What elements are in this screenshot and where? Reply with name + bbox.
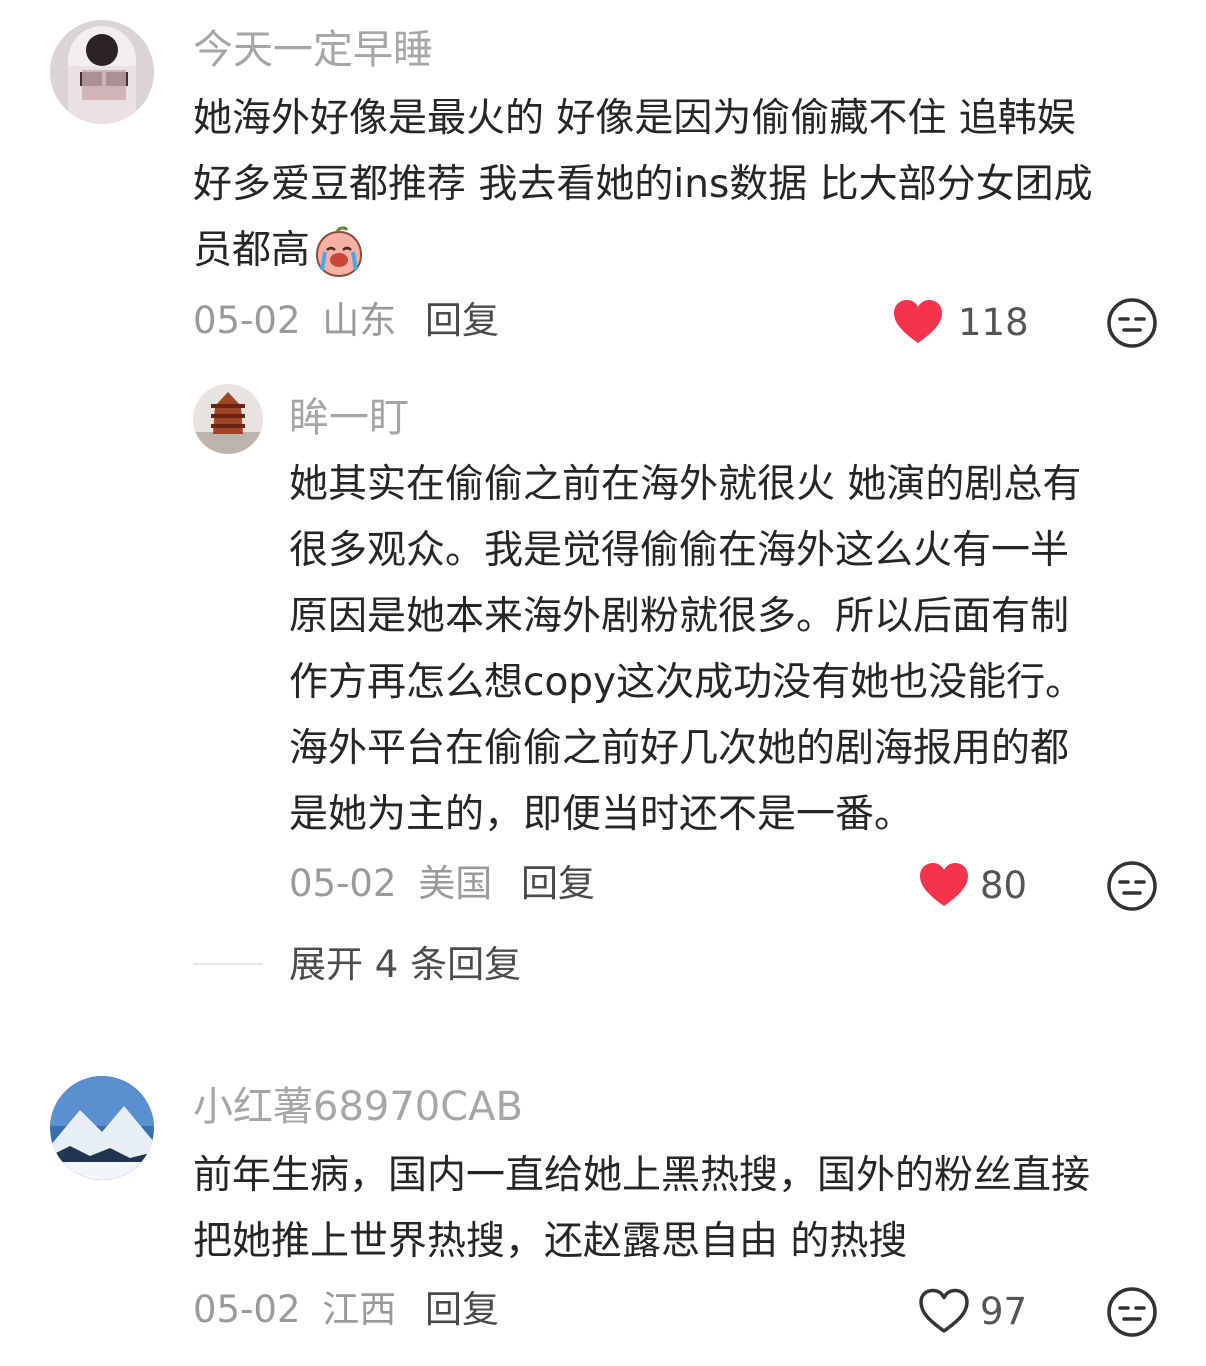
like-count: 97 xyxy=(980,1290,1028,1333)
comment-text-line: 很多观众。我是觉得偷偷在海外这么火有一半 xyxy=(289,528,1070,573)
comment-text-line: 她海外好像是最火的 好像是因为偷偷藏不住 追韩娱 xyxy=(193,96,1076,141)
neutral-face-icon xyxy=(1107,298,1157,348)
dislike-button[interactable] xyxy=(1106,1286,1158,1338)
comment-text-line: 作方再怎么想copy这次成功没有她也没能行。 xyxy=(289,660,1085,705)
like-button[interactable]: 118 xyxy=(892,297,1032,349)
expand-replies-button[interactable]: 展开 4 条回复 xyxy=(289,943,521,987)
comment-location: 山东 xyxy=(322,299,397,342)
comment-text-line: 前年生病，国内一直给她上黑热搜，国外的粉丝直接 xyxy=(193,1153,1091,1198)
avatar-image xyxy=(50,20,154,124)
comment-username[interactable]: 今天一定早睡 xyxy=(193,26,433,74)
like-button[interactable]: 97 xyxy=(918,1286,1038,1338)
comment-text: 她海外好像是最火的 好像是因为偷偷藏不住 追韩娱 好多爱豆都推荐 我去看她的in… xyxy=(193,86,1093,284)
reply-button[interactable]: 回复 xyxy=(425,299,499,343)
avatar[interactable] xyxy=(50,20,154,124)
comment-text-line: 员都高 xyxy=(193,228,311,273)
avatar-image xyxy=(193,384,263,454)
crying-face-emoji-icon xyxy=(312,225,366,280)
expand-divider xyxy=(193,963,263,965)
comment-text: 她其实在偷偷之前在海外就很火 她演的剧总有 很多观众。我是觉得偷偷在海外这么火有… xyxy=(289,452,1084,848)
comment-text-line: 把她推上世界热搜，还赵露思自由 的热搜 xyxy=(193,1219,908,1264)
avatar[interactable] xyxy=(50,1076,154,1180)
heart-filled-icon xyxy=(920,863,968,906)
reply-button[interactable]: 回复 xyxy=(521,862,595,906)
comment-text-line: 原因是她本来海外剧粉就很多。所以后面有制 xyxy=(289,594,1070,639)
comment-username[interactable]: 小红薯68970CAB xyxy=(193,1083,523,1131)
avatar-image xyxy=(50,1076,154,1180)
like-count: 118 xyxy=(958,301,1029,344)
comment-location: 江西 xyxy=(322,1288,397,1331)
comment-date: 05-02 xyxy=(193,1288,301,1331)
comment-meta: 05-02 山东 xyxy=(193,299,396,343)
comment-location: 美国 xyxy=(418,862,493,905)
comment-date: 05-02 xyxy=(289,862,397,905)
avatar[interactable] xyxy=(193,384,263,454)
comment-text: 前年生病，国内一直给她上黑热搜，国外的粉丝直接 把她推上世界热搜，还赵露思自由 … xyxy=(193,1143,1090,1275)
comment-meta: 05-02 美国 xyxy=(289,862,492,906)
neutral-face-icon xyxy=(1107,1287,1157,1337)
dislike-button[interactable] xyxy=(1106,860,1158,912)
comment-text-line: 好多爱豆都推荐 我去看她的ins数据 比大部分女团成 xyxy=(193,162,1093,207)
comment-username[interactable]: 眸一盯 xyxy=(289,394,409,442)
comment-text-line-with-emoji: 员都高 xyxy=(193,218,1093,284)
comment-text-line: 海外平台在偷偷之前好几次她的剧海报用的都 xyxy=(289,726,1070,771)
dislike-button[interactable] xyxy=(1106,297,1158,349)
like-button[interactable]: 80 xyxy=(918,860,1038,912)
comment-meta: 05-02 江西 xyxy=(193,1288,396,1332)
neutral-face-icon xyxy=(1107,861,1157,911)
comment-text-line: 她其实在偷偷之前在海外就很火 她演的剧总有 xyxy=(289,462,1082,507)
comment-date: 05-02 xyxy=(193,299,301,342)
heart-outline-icon xyxy=(919,1288,969,1333)
comment-text-line: 是她为主的，即便当时还不是一番。 xyxy=(289,792,914,837)
reply-button[interactable]: 回复 xyxy=(425,1288,499,1332)
heart-filled-icon xyxy=(894,300,942,343)
like-count: 80 xyxy=(980,864,1028,907)
